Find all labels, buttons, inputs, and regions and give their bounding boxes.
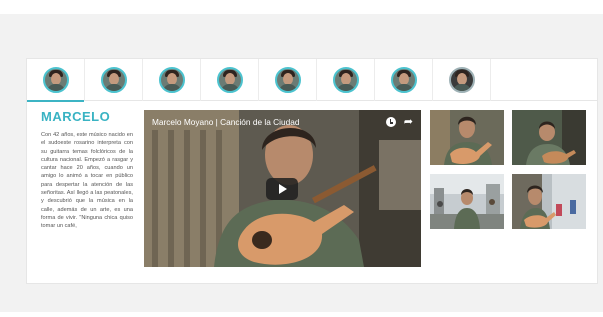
- tab-artist-3[interactable]: [143, 59, 201, 101]
- gallery-photo-3[interactable]: [430, 174, 504, 229]
- musician-tabs: [27, 59, 597, 102]
- tab-artist-1[interactable]: [27, 59, 85, 102]
- avatar: [216, 67, 243, 93]
- tab-artist-7[interactable]: [375, 59, 433, 101]
- tab-artist-8[interactable]: [433, 59, 491, 101]
- gallery-photo-4[interactable]: [512, 174, 586, 229]
- tab-artist-6[interactable]: [317, 59, 375, 101]
- avatar: [332, 67, 359, 93]
- avatar: [42, 67, 69, 93]
- avatar: [274, 67, 301, 93]
- musician-profile: MARCELO Con 42 años, este músico nacido …: [41, 109, 133, 279]
- musician-card: MARCELO Con 42 años, este músico nacido …: [26, 58, 598, 284]
- tab-artist-4[interactable]: [201, 59, 259, 101]
- musician-bio: Con 42 años, este músico nacido en el su…: [41, 132, 133, 230]
- play-icon[interactable]: [266, 178, 298, 200]
- clock-icon[interactable]: [385, 117, 396, 127]
- tab-artist-2[interactable]: [85, 59, 143, 101]
- video-title[interactable]: Marcelo Moyano | Canción de la Ciudad: [152, 117, 299, 127]
- gallery-photo-1[interactable]: [430, 110, 504, 165]
- video-actions: ➦: [385, 117, 413, 128]
- avatar: [448, 67, 475, 93]
- video-player[interactable]: Marcelo Moyano | Canción de la Ciudad ➦: [144, 110, 421, 267]
- avatar: [390, 67, 417, 93]
- avatar: [100, 67, 127, 93]
- avatar: [158, 67, 185, 93]
- tab-artist-5[interactable]: [259, 59, 317, 101]
- share-icon[interactable]: ➦: [404, 117, 413, 128]
- gallery-photo-2[interactable]: [512, 110, 586, 165]
- musician-name: MARCELO: [41, 109, 111, 124]
